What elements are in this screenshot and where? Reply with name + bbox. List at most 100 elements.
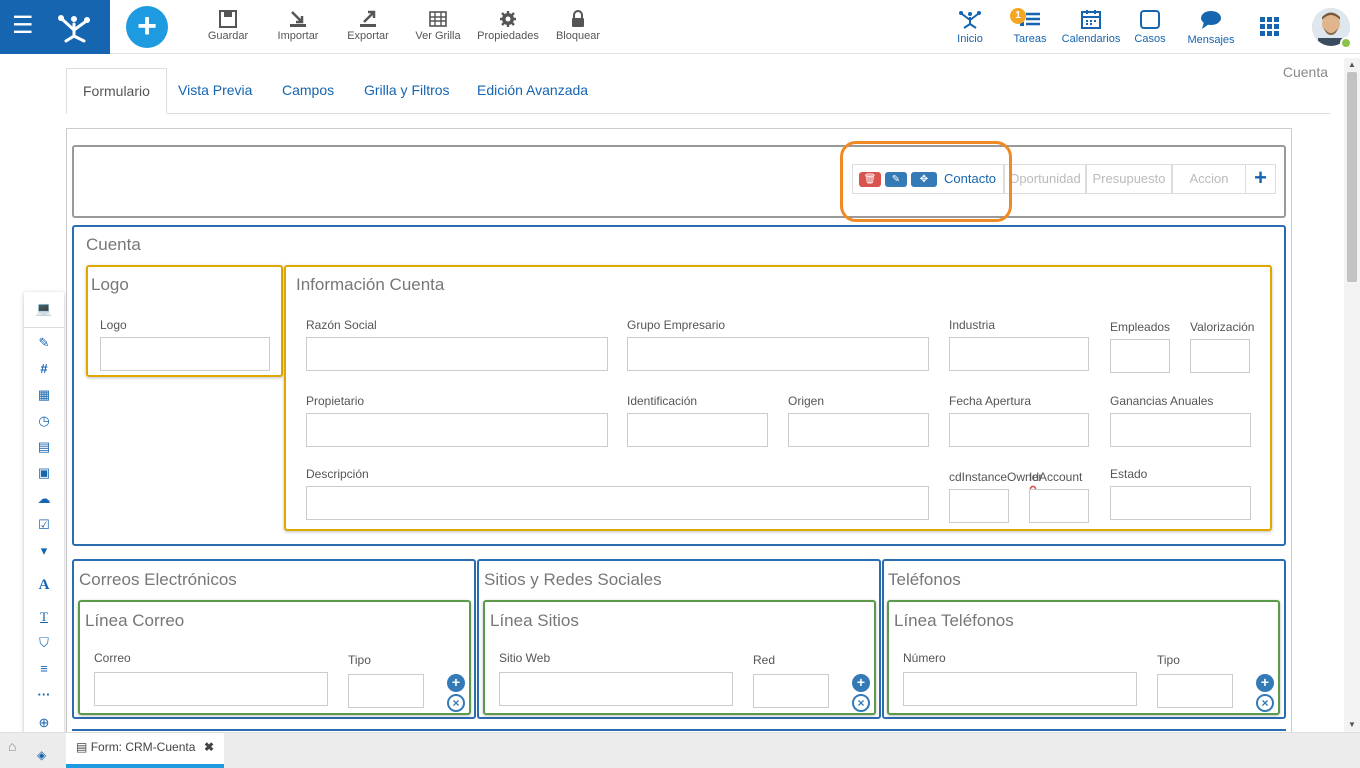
export-icon — [360, 10, 376, 27]
field-label: Estado — [1110, 467, 1148, 481]
scroll-up-icon[interactable]: ▲ — [1348, 60, 1356, 69]
add-new-button[interactable]: + — [126, 6, 168, 48]
dropdown-icon[interactable]: ▾ — [24, 540, 64, 562]
numero-field[interactable] — [903, 672, 1137, 706]
app-logo-icon[interactable] — [56, 10, 92, 44]
tab-vista-previa[interactable]: Vista Previa — [162, 68, 268, 114]
remove-row-icon[interactable]: × — [852, 694, 870, 712]
group-linea-correo[interactable]: Línea Correo Correo Tipo + × — [78, 600, 471, 715]
sitio-web-field[interactable] — [499, 672, 733, 706]
logo-field[interactable] — [100, 337, 270, 371]
open-form-tab[interactable]: ▤ Form: CRM-Cuenta ✖ — [66, 733, 224, 768]
group-linea-telefonos[interactable]: Línea Teléfonos Número Tipo + × — [887, 600, 1280, 715]
identificacion-field[interactable] — [627, 413, 768, 447]
tab-grilla-filtros[interactable]: Grilla y Filtros — [348, 68, 466, 114]
grupo-empresario-field[interactable] — [627, 337, 929, 371]
tab-edicion-avanzada[interactable]: Edición Avanzada — [461, 68, 604, 114]
tipo-correo-field[interactable] — [348, 674, 424, 708]
cases-button[interactable]: Casos — [1132, 8, 1168, 45]
clock-icon[interactable]: ◷ — [24, 410, 64, 432]
control-palette: 💻 ✎ # ▦ ◷ ▤ ▣ ☁ ☑ ▾ A T ⛉ ≡ ··· ⊕ — [24, 292, 64, 737]
import-icon — [290, 11, 306, 27]
lock-label: Bloquear — [555, 30, 601, 42]
calendars-label: Calendarios — [1061, 33, 1121, 45]
add-row-icon[interactable]: + — [447, 674, 465, 692]
messages-button[interactable]: Mensajes — [1184, 9, 1238, 46]
add-tab-button[interactable]: + — [1245, 164, 1276, 194]
idaccount-field[interactable] — [1029, 489, 1089, 523]
field-label: Número — [903, 651, 946, 665]
add-row-icon[interactable]: + — [1256, 674, 1274, 692]
calendars-button[interactable]: Calendarios — [1060, 8, 1122, 45]
tags-icon[interactable]: ⛉ — [24, 632, 64, 654]
remove-row-icon[interactable]: × — [447, 694, 465, 712]
valorizacion-field[interactable] — [1190, 339, 1250, 373]
gear-icon — [500, 11, 516, 27]
hamburger-menu-icon[interactable]: ☰ — [12, 14, 38, 40]
add-circle-icon[interactable]: ⊕ — [24, 712, 64, 734]
save-icon — [219, 10, 237, 28]
propietario-field[interactable] — [306, 413, 608, 447]
properties-button[interactable]: Propiedades — [473, 10, 543, 42]
razon-social-field[interactable] — [306, 337, 608, 371]
estado-field[interactable] — [1110, 486, 1251, 520]
add-row-icon[interactable]: + — [852, 674, 870, 692]
industria-field[interactable] — [949, 337, 1089, 371]
home-network-icon — [959, 11, 981, 29]
home-button[interactable]: Inicio — [950, 8, 990, 45]
tasks-badge: 1 — [1010, 8, 1026, 24]
lock-button[interactable]: Bloquear — [543, 10, 613, 42]
ellipsis-icon[interactable]: ··· — [24, 684, 64, 706]
export-button[interactable]: Exportar — [333, 10, 403, 42]
align-center-icon[interactable]: ≡ — [24, 658, 64, 680]
ganancias-anuales-field[interactable] — [1110, 413, 1251, 447]
checkbox-icon[interactable]: ☑ — [24, 514, 64, 536]
group-linea-sitios[interactable]: Línea Sitios Sitio Web Red + × — [483, 600, 876, 715]
cloud-upload-icon[interactable]: ☁ — [24, 488, 64, 510]
field-label: Razón Social — [306, 318, 377, 332]
field-label: Red — [753, 653, 776, 667]
group-logo[interactable]: Logo Logo — [86, 265, 283, 377]
empleados-field[interactable] — [1110, 339, 1170, 373]
save-button[interactable]: Guardar — [193, 10, 263, 42]
tab-item-oportunidad[interactable]: Oportunidad — [1004, 164, 1086, 194]
edit-text-icon[interactable]: ✎ — [24, 332, 64, 354]
scroll-down-icon[interactable]: ▼ — [1348, 720, 1356, 729]
laptop-icon[interactable]: 💻 — [24, 298, 64, 320]
group-informacion-cuenta[interactable]: Información Cuenta Razón Social Grupo Em… — [284, 265, 1272, 531]
tab-item-presupuesto[interactable]: Presupuesto — [1086, 164, 1172, 194]
hash-icon[interactable]: # — [24, 358, 64, 380]
image-icon[interactable]: ▣ — [24, 462, 64, 484]
home-icon[interactable]: ⌂ — [8, 738, 16, 754]
origen-field[interactable] — [788, 413, 929, 447]
red-field[interactable] — [753, 674, 829, 708]
home-label: Inicio — [957, 33, 983, 45]
view-grid-button[interactable]: Ver Grilla — [403, 10, 473, 42]
remove-row-icon[interactable]: × — [1256, 694, 1274, 712]
descripcion-field[interactable] — [306, 486, 929, 520]
tipo-telefono-field[interactable] — [1157, 674, 1233, 708]
label-a-icon[interactable]: A — [24, 574, 64, 596]
tab-formulario[interactable]: Formulario — [66, 68, 167, 114]
cube-icon[interactable]: ◈ — [37, 748, 46, 762]
field-label: Correo — [94, 651, 131, 665]
apps-grid-icon[interactable] — [1260, 17, 1280, 37]
calendar-icon[interactable]: ▦ — [24, 384, 64, 406]
chat-icon — [1201, 11, 1221, 29]
messages-label: Mensajes — [1187, 34, 1235, 46]
text-t-icon[interactable]: T — [24, 606, 64, 628]
tab-item-accion[interactable]: Accion — [1172, 164, 1246, 194]
field-label: Logo — [100, 318, 127, 332]
field-label: Propietario — [306, 394, 365, 408]
form-tabs: Formulario Vista Previa Campos Grilla y … — [66, 68, 1330, 114]
close-icon[interactable]: ✖ — [204, 733, 214, 761]
cdinstanceowner-field[interactable] — [949, 489, 1009, 523]
fecha-apertura-field[interactable] — [949, 413, 1089, 447]
scrollbar-thumb[interactable] — [1347, 72, 1357, 282]
correo-field[interactable] — [94, 672, 328, 706]
field-label: Tipo — [1157, 653, 1180, 667]
tab-campos[interactable]: Campos — [266, 68, 350, 114]
calendar-icon — [1081, 10, 1101, 29]
import-button[interactable]: Importar — [263, 10, 333, 42]
file-icon[interactable]: ▤ — [24, 436, 64, 458]
